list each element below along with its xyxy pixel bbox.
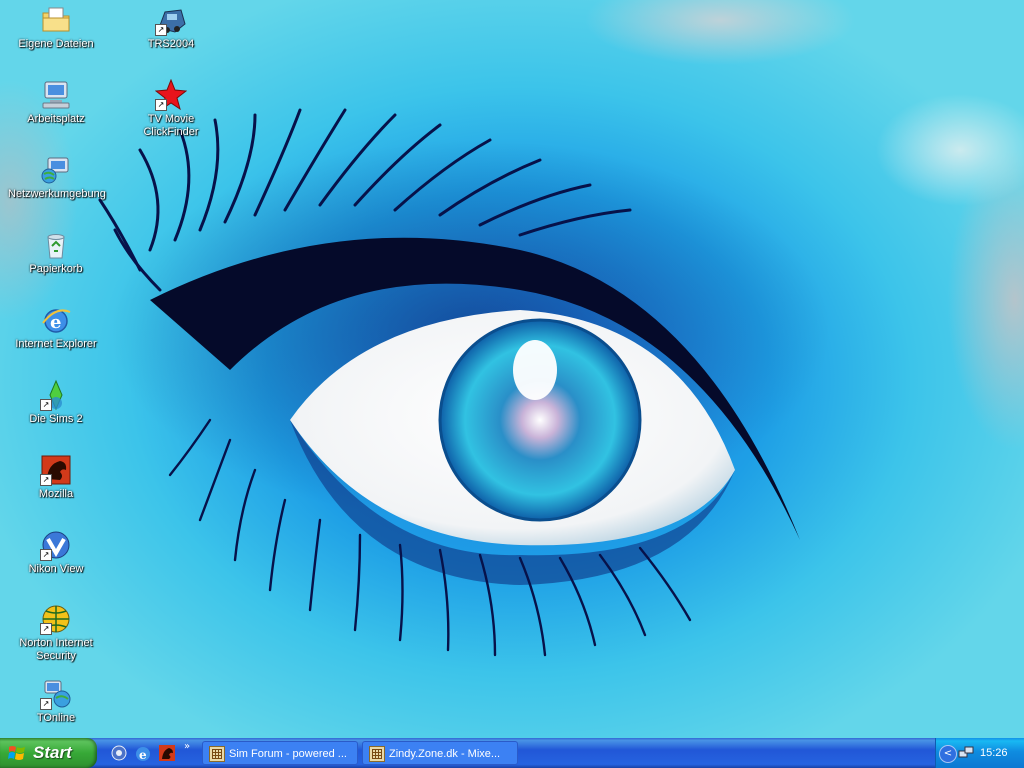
desktop-icon-label: TV Movie ClickFinder xyxy=(143,113,199,138)
shortcut-arrow-icon: ↗ xyxy=(40,623,52,635)
desktop-icon-eigene-dateien[interactable]: Eigene Dateien xyxy=(8,4,104,51)
tray-expand-button[interactable]: < xyxy=(939,745,957,763)
desktop-icon-label: Netzwerkumgebung xyxy=(8,188,106,200)
network-connection-icon[interactable] xyxy=(958,745,974,761)
forum-window-icon xyxy=(369,746,385,762)
tonline-icon: ↗ xyxy=(40,678,72,710)
shortcut-arrow-icon: ↗ xyxy=(40,698,52,710)
system-tray: < 15:26 xyxy=(935,738,1024,768)
mozilla-dino-quicklaunch-icon[interactable] xyxy=(158,744,176,762)
sims-plumbob-icon: ↗ xyxy=(40,379,72,411)
desktop-icon-trs2004[interactable]: ↗ TRS2004 xyxy=(123,4,219,51)
desktop-icon-label: Norton Internet Security xyxy=(19,637,93,662)
desktop-icon-netzwerkumgebung[interactable]: Netzwerkumgebung xyxy=(8,154,106,201)
desktop-icon-label: TOnline xyxy=(36,712,76,724)
start-label: Start xyxy=(33,743,72,762)
quick-launch-more-button[interactable]: » xyxy=(184,741,190,752)
mozilla-dino-icon: ↗ xyxy=(40,454,72,486)
desktop-icon-nikon-view[interactable]: ↗ Nikon View xyxy=(8,529,104,576)
taskbar: Start e » Sim Forum - powered ... Zindy.… xyxy=(0,738,1024,768)
desktop-icon-tv-movie-clickfinder[interactable]: ↗ TV Movie ClickFinder xyxy=(123,78,219,139)
svg-text:e: e xyxy=(139,748,147,762)
desktop-icon-label: TRS2004 xyxy=(147,38,195,50)
shortcut-arrow-icon: ↗ xyxy=(40,549,52,561)
desktop-icon-label: Die Sims 2 xyxy=(29,413,83,425)
desktop-icon-die-sims-2[interactable]: ↗ Die Sims 2 xyxy=(8,379,104,426)
norton-globe-icon: ↗ xyxy=(40,603,72,635)
desktop[interactable]: Eigene Dateien Arbeitsplatz Netzwerkumge… xyxy=(0,0,1024,738)
shortcut-arrow-icon: ↗ xyxy=(40,399,52,411)
windows-flag-icon xyxy=(8,746,25,760)
desktop-icon-papierkorb[interactable]: Papierkorb xyxy=(8,229,104,276)
desktop-icon-label: Nikon View xyxy=(28,563,84,575)
network-places-icon xyxy=(40,154,72,186)
desktop-icon-tonline[interactable]: ↗ TOnline xyxy=(8,678,104,725)
taskbar-button-zindy-zone[interactable]: Zindy.Zone.dk - Mixe... xyxy=(362,741,518,765)
my-documents-folder-icon xyxy=(40,4,72,36)
taskbar-button-label: Zindy.Zone.dk - Mixe... xyxy=(389,748,501,760)
trs2004-train-icon: ↗ xyxy=(155,4,187,36)
desktop-icon-label: Internet Explorer xyxy=(15,338,97,350)
shortcut-arrow-icon: ↗ xyxy=(155,99,167,111)
desktop-icon-arbeitsplatz[interactable]: Arbeitsplatz xyxy=(8,79,104,126)
clock[interactable]: 15:26 xyxy=(980,738,1008,768)
internet-explorer-icon: e xyxy=(40,304,72,336)
recycle-bin-icon xyxy=(40,229,72,261)
my-computer-icon xyxy=(40,79,72,111)
forum-window-icon xyxy=(209,746,225,762)
desktop-icon-mozilla[interactable]: ↗ Mozilla xyxy=(8,454,104,501)
shortcut-arrow-icon: ↗ xyxy=(155,24,167,36)
shortcut-arrow-icon: ↗ xyxy=(40,474,52,486)
taskbar-button-sim-forum[interactable]: Sim Forum - powered ... xyxy=(202,741,358,765)
desktop-icon-internet-explorer[interactable]: e Internet Explorer xyxy=(8,304,104,351)
desktop-icon-label: Papierkorb xyxy=(29,263,83,275)
desktop-icon-label: Arbeitsplatz xyxy=(27,113,85,125)
taskbar-button-label: Sim Forum - powered ... xyxy=(229,748,347,760)
nikon-view-icon: ↗ xyxy=(40,529,72,561)
internet-explorer-quicklaunch-icon[interactable]: e xyxy=(134,744,152,762)
desktop-icon-label: Mozilla xyxy=(38,488,74,500)
desktop-icon-norton-internet-security[interactable]: ↗ Norton Internet Security xyxy=(8,603,104,663)
tv-movie-star-icon: ↗ xyxy=(154,78,188,111)
start-button[interactable]: Start xyxy=(0,738,97,768)
desktop-icon-label: Eigene Dateien xyxy=(18,38,94,50)
mozilla-quicklaunch-icon[interactable] xyxy=(110,744,128,762)
